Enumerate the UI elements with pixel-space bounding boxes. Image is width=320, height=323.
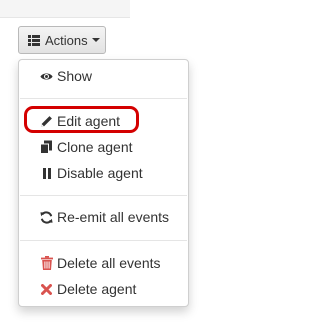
menu-item-label: Disable agent xyxy=(57,165,143,181)
actions-dropdown-menu: Show Edit agent Clone agent Disable agen… xyxy=(18,59,189,307)
pause-icon xyxy=(40,166,53,180)
menu-item-delete-agent[interactable]: Delete agent xyxy=(19,278,188,300)
eye-icon xyxy=(40,69,53,83)
menu-item-label: Delete agent xyxy=(57,281,137,297)
times-icon xyxy=(40,282,53,296)
actions-button-label: Actions xyxy=(45,32,88,48)
menu-item-label: Delete all events xyxy=(57,255,161,271)
menu-divider xyxy=(20,98,187,99)
menu-item-label: Re-emit all events xyxy=(57,209,170,225)
caret-down-icon xyxy=(91,38,100,42)
menu-item-label: Clone agent xyxy=(57,139,133,155)
menu-item-clone-agent[interactable]: Clone agent xyxy=(19,136,188,158)
actions-dropdown-button[interactable]: Actions xyxy=(18,26,106,54)
menu-item-label: Show xyxy=(57,68,93,84)
menu-item-show[interactable]: Show xyxy=(19,65,188,87)
highlight-box xyxy=(24,106,139,133)
trash-icon xyxy=(40,256,53,270)
refresh-icon xyxy=(40,210,53,224)
copy-icon xyxy=(40,140,53,154)
menu-divider xyxy=(20,240,187,241)
menu-item-disable-agent[interactable]: Disable agent xyxy=(19,162,188,184)
menu-divider xyxy=(20,195,187,196)
list-icon xyxy=(28,34,40,46)
menu-item-delete-all-events[interactable]: Delete all events xyxy=(19,252,188,274)
top-toolbar-strip xyxy=(0,0,130,18)
menu-item-re-emit-all-events[interactable]: Re-emit all events xyxy=(19,206,188,228)
